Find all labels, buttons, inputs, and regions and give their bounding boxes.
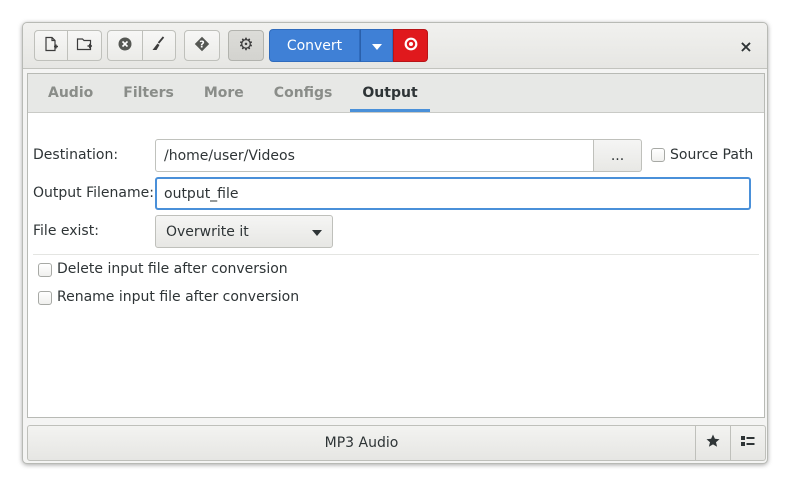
output-filename-field[interactable]: output_file — [155, 177, 751, 210]
svg-text:?: ? — [199, 39, 205, 50]
close-button[interactable]: × — [733, 33, 759, 59]
source-path-checkbox[interactable] — [651, 148, 665, 162]
clear-button[interactable] — [143, 30, 176, 61]
file-exist-value: Overwrite it — [166, 223, 249, 240]
delete-input-checkbox[interactable] — [38, 263, 52, 277]
add-file-icon — [43, 36, 59, 56]
destination-field[interactable]: /home/user/Videos — [155, 139, 594, 172]
delete-input-label: Delete input file after conversion — [57, 261, 288, 277]
chevron-down-icon — [371, 38, 382, 54]
tab-bar: Audio Filters More Configs Output — [28, 74, 764, 113]
favorite-button[interactable] — [696, 425, 731, 461]
rename-input-checkbox[interactable] — [38, 291, 52, 305]
chevron-down-icon — [312, 224, 322, 240]
convert-label: Convert — [286, 37, 343, 54]
star-icon — [706, 434, 720, 452]
preset-label: MP3 Audio — [324, 435, 399, 451]
help-button[interactable]: ? — [184, 30, 220, 61]
tab-configs[interactable]: Configs — [262, 74, 345, 112]
settings-button[interactable]: ⚙ — [228, 30, 264, 61]
add-button-group — [34, 30, 102, 61]
close-icon: × — [739, 36, 753, 56]
stop-button[interactable] — [393, 29, 428, 62]
remove-icon — [118, 37, 132, 55]
header-bar: ? ⚙ Convert × — [23, 23, 767, 69]
list-icon — [741, 435, 755, 451]
help-icon: ? — [194, 36, 210, 56]
preset-button[interactable]: MP3 Audio — [27, 425, 696, 461]
tab-audio[interactable]: Audio — [36, 74, 105, 112]
tab-more[interactable]: More — [192, 74, 256, 112]
file-exist-dropdown[interactable]: Overwrite it — [155, 215, 333, 248]
rename-input-label: Rename input file after conversion — [57, 289, 300, 305]
destination-label: Destination: — [33, 147, 119, 163]
tab-output[interactable]: Output — [350, 74, 430, 112]
preset-list-button[interactable] — [731, 425, 766, 461]
notebook: Audio Filters More Configs Output Destin… — [27, 73, 765, 418]
browse-button[interactable]: ... — [593, 139, 642, 172]
add-file-button[interactable] — [34, 30, 68, 61]
browse-label: ... — [610, 147, 625, 164]
settings-button-group: ⚙ — [228, 30, 264, 61]
convert-button[interactable]: Convert — [269, 29, 360, 62]
tab-filters[interactable]: Filters — [111, 74, 186, 112]
source-path-label: Source Path — [670, 147, 754, 163]
record-stop-icon — [404, 37, 418, 55]
convert-button-group: Convert — [269, 29, 428, 62]
brush-icon — [152, 36, 166, 55]
help-button-group: ? — [184, 30, 220, 61]
output-filename-label: Output Filename: — [33, 185, 154, 201]
file-exist-label: File exist: — [33, 223, 99, 239]
app-window: ? ⚙ Convert × Audio Filters More Configs… — [22, 22, 768, 464]
add-folder-button[interactable] — [68, 30, 102, 61]
convert-options-button[interactable] — [360, 29, 393, 62]
edit-button-group — [107, 30, 176, 61]
gear-icon: ⚙ — [238, 35, 254, 55]
remove-button[interactable] — [107, 30, 143, 61]
add-folder-icon — [76, 36, 93, 56]
separator — [33, 254, 759, 255]
